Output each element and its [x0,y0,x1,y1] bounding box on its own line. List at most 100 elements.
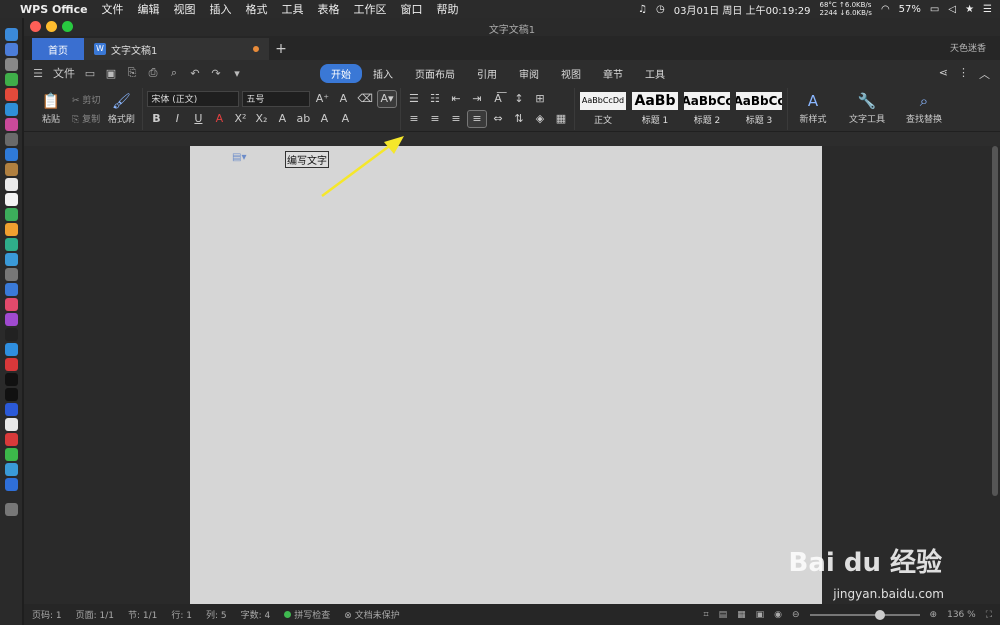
save-icon[interactable]: ▣ [105,67,117,80]
chrome-icon[interactable] [4,88,18,101]
status-pages[interactable]: 页面: 1/1 [76,608,114,621]
status-words[interactable]: 字数: 4 [241,608,271,621]
find-replace-button[interactable]: ⌕ 查找替换 [900,92,948,125]
zoom-in-icon[interactable]: ⊕ [930,610,938,620]
style-normal[interactable]: AaBbCcDd 正文 [579,91,626,126]
tab-chapter[interactable]: 章节 [592,64,634,83]
status-col[interactable]: 列: 5 [206,608,227,621]
clear-format-icon[interactable]: ⌫ [355,91,375,107]
menu-insert[interactable]: 插入 [210,1,232,17]
zoom-level[interactable]: 136 % [947,610,976,620]
align-left-icon[interactable]: ≡ [405,111,423,127]
tab-start[interactable]: 开始 [320,64,362,83]
yandex-icon[interactable] [4,418,18,431]
rocket-icon[interactable] [4,58,18,71]
text-effect-icon[interactable]: A [273,111,291,127]
increase-indent-icon[interactable]: ⇥ [468,91,486,107]
finder-icon[interactable] [4,28,18,41]
app-icon[interactable] [4,433,18,446]
superscript-icon[interactable]: X² [231,111,249,127]
fullscreen-icon[interactable]: ⛶ [986,610,992,620]
vertical-scrollbar[interactable] [992,146,998,496]
menu-table[interactable]: 表格 [318,1,340,17]
tv-icon[interactable] [4,328,18,341]
document-page[interactable]: ▤▾ 编写文字 [190,146,822,604]
messages-icon[interactable] [4,238,18,251]
text-tools-button[interactable]: 🔧 文字工具 [840,92,894,125]
app-name[interactable]: WPS Office [20,3,88,16]
subscript-icon[interactable]: X₂ [252,111,270,127]
wifi-icon[interactable]: ◠ [881,4,890,15]
app-icon[interactable] [4,118,18,131]
style-heading1[interactable]: AaBb 标题 1 [631,91,678,126]
chinese-layout-icon[interactable]: A͞ [489,91,507,107]
font-size-select[interactable]: 五号 [242,90,311,107]
open-folder-icon[interactable]: ▭ [84,67,96,80]
wechat-icon[interactable] [4,448,18,461]
zoom-knob[interactable] [874,609,885,620]
zoom-out-icon[interactable]: ⊖ [792,610,800,620]
align-center-icon[interactable]: ≡ [426,111,444,127]
menubar-date[interactable]: 03月01日 周日 上午00:19:29 [674,2,811,17]
format-painter-button[interactable]: 🖌 格式刷 [104,92,138,125]
share-icon[interactable]: ⋖ [939,66,948,82]
shading-icon[interactable]: A [315,111,333,127]
vpn-icon[interactable] [4,403,18,416]
page-doc-icon[interactable]: ▤▾ [232,152,246,163]
volume-icon[interactable]: ◁ [948,4,956,15]
more-icon[interactable]: ⋮ [958,66,969,82]
tab-references[interactable]: 引用 [466,64,508,83]
menu-workspace[interactable]: 工作区 [354,1,387,17]
app-icon[interactable] [4,148,18,161]
photos-icon[interactable] [4,223,18,236]
menu-window[interactable]: 窗口 [401,1,423,17]
font-family-select[interactable]: 宋体 (正文) [147,90,240,107]
app-icon[interactable] [4,268,18,281]
maps-icon[interactable] [4,208,18,221]
keynote-icon[interactable] [4,283,18,296]
tab-view[interactable]: 视图 [550,64,592,83]
menu-tools[interactable]: 工具 [282,1,304,17]
tab-document[interactable]: W 文字文稿1 [84,38,269,60]
numbering-icon[interactable]: ☷ [426,91,444,107]
status-page[interactable]: 页码: 1 [32,608,62,621]
border-icon[interactable]: ▦ [552,111,570,127]
underline-icon[interactable]: U [189,111,207,127]
android-icon[interactable] [4,73,18,86]
battery-icon[interactable]: ▭ [930,4,939,15]
fill-icon[interactable]: ◈ [531,111,549,127]
eye-protect-icon[interactable]: ◉ [774,610,782,620]
hamburger-icon[interactable]: ☰ [32,67,44,80]
terminal-icon[interactable] [4,373,18,386]
facetime-icon[interactable] [4,253,18,266]
menu-view[interactable]: 视图 [174,1,196,17]
export-icon[interactable]: ⎘ [126,66,138,79]
italic-icon[interactable]: I [168,111,186,127]
shrink-font-icon[interactable]: A [334,91,352,107]
print-icon[interactable]: ⎙ [147,66,159,79]
page-view-icon[interactable]: ▤ [719,610,728,620]
preview-icon[interactable]: ⌕ [168,66,180,79]
zoom-slider[interactable] [809,609,920,620]
music-icon[interactable]: ♫ [638,4,647,15]
sort-icon[interactable]: ⇅ [510,111,528,127]
char-shading-icon[interactable]: A [336,111,354,127]
read-mode-icon[interactable]: ▣ [756,610,765,620]
app-icon[interactable] [4,133,18,146]
style-heading3[interactable]: AaBbCc 标题 3 [735,91,782,126]
character-border-icon[interactable]: A▾ [376,89,397,108]
app-icon[interactable] [4,163,18,176]
protect-status[interactable]: ⊗ 文档未保护 [344,608,399,621]
outline-view-icon[interactable]: ▦ [737,610,746,620]
align-right-icon[interactable]: ≡ [447,111,465,127]
spell-check[interactable]: 拼写检查 [284,608,330,621]
status-line[interactable]: 行: 1 [171,608,192,621]
wps-icon[interactable] [4,478,18,491]
calendar-icon[interactable] [4,178,18,191]
menu-edit[interactable]: 编辑 [138,1,160,17]
justify-icon[interactable]: ≡ [466,109,487,128]
new-tab-button[interactable]: + [269,38,293,60]
tab-page-layout[interactable]: 页面布局 [404,64,466,83]
monitor-icon[interactable] [4,388,18,401]
list-icon[interactable]: ☰ [983,4,992,15]
